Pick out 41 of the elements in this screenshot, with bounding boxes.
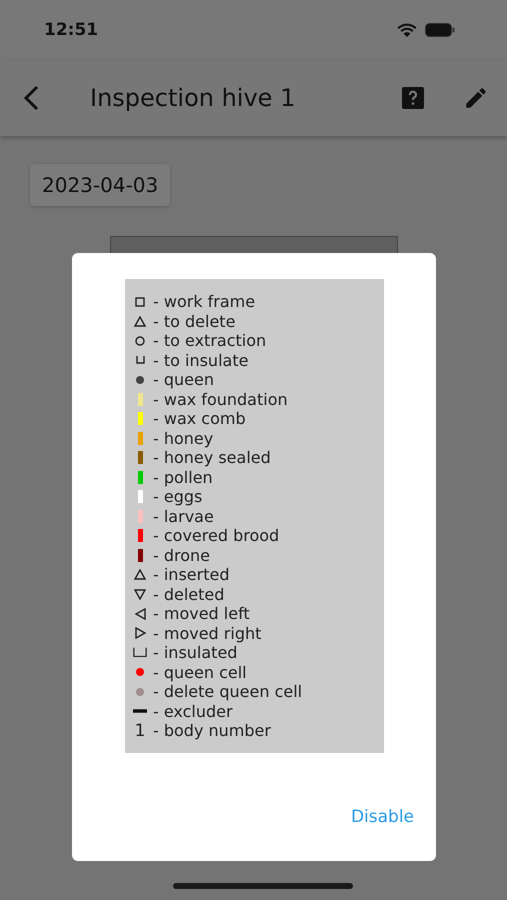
legend-label: - queen cell (153, 662, 247, 682)
legend-label: - larvae (153, 506, 214, 526)
triangle-icon (134, 316, 146, 327)
legend-label: - deleted (153, 584, 224, 604)
cup-icon (136, 356, 144, 364)
bracket-icon (133, 647, 147, 658)
triangle-icon (134, 627, 146, 640)
status-time: 12:51 (44, 20, 98, 40)
legend-label: - covered brood (153, 526, 280, 546)
legend-label: - drone (153, 546, 210, 565)
legend-label: - queen (153, 370, 214, 390)
page-title: Inspection hive 1 (90, 84, 296, 112)
help-icon (401, 86, 425, 110)
disable-button[interactable]: Disable (348, 803, 416, 831)
legend-label: - excluder (153, 702, 233, 721)
legend-label: - wax foundation (153, 390, 288, 409)
triangle-icon (134, 588, 146, 600)
legend-label: - delete queen cell (153, 682, 302, 702)
legend-label: - to delete (153, 312, 236, 331)
legend-marker: 1 (134, 720, 146, 741)
triangle-icon (134, 608, 146, 620)
wifi-icon (397, 22, 417, 38)
legend-label: - to insulate (153, 350, 248, 370)
legend-label: - body number (153, 721, 271, 740)
legend-label: - work frame (153, 292, 256, 312)
legend-label: - moved right (153, 624, 262, 643)
legend-label: - insulated (153, 643, 238, 662)
battery-icon (425, 23, 455, 37)
legend-label: - moved left (153, 604, 250, 624)
legend-label: - inserted (153, 565, 230, 584)
square-icon (135, 296, 145, 307)
legend-label: - honey sealed (153, 448, 271, 468)
date-chip[interactable]: 2023-04-03 (30, 164, 170, 206)
legend-label: - wax comb (153, 409, 246, 428)
circle-icon (135, 336, 145, 346)
legend-label: - to extraction (153, 331, 266, 350)
legend-label: - pollen (153, 468, 213, 487)
legend-label: - honey (153, 428, 214, 448)
legend-label: - eggs (153, 487, 202, 506)
triangle-icon (134, 569, 146, 580)
chevron-left-icon (22, 85, 40, 111)
